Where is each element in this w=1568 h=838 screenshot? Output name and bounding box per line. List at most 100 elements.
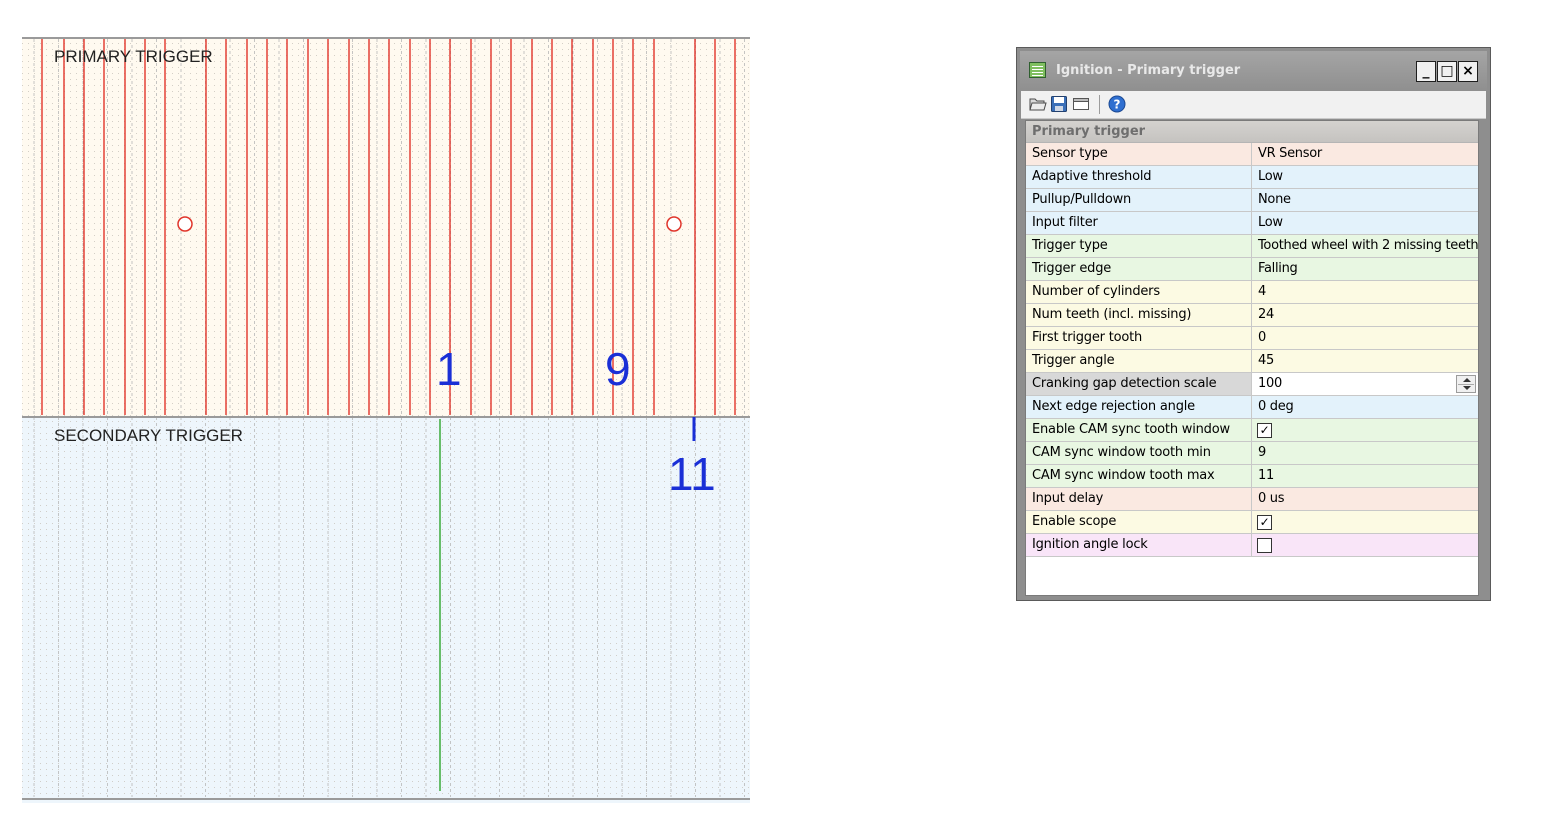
- property-row[interactable]: Ignition angle lock: [1026, 534, 1478, 557]
- property-value-text: 45: [1258, 353, 1274, 368]
- property-row[interactable]: Sensor type VR Sensor: [1026, 143, 1478, 166]
- property-row[interactable]: Adaptive threshold Low: [1026, 166, 1478, 189]
- property-name: Enable CAM sync tooth window: [1026, 419, 1252, 441]
- property-row[interactable]: Cranking gap detection scale 100: [1026, 373, 1478, 396]
- property-row[interactable]: Trigger edge Falling: [1026, 258, 1478, 281]
- property-value-text: VR Sensor: [1258, 146, 1322, 161]
- checkbox-checked[interactable]: ✓: [1257, 515, 1272, 530]
- property-name: Num teeth (incl. missing): [1026, 304, 1252, 326]
- property-value[interactable]: 0 deg: [1252, 396, 1478, 418]
- save-icon[interactable]: [1050, 95, 1068, 113]
- property-value[interactable]: VR Sensor: [1252, 143, 1478, 165]
- missing-tooth-marker: [177, 216, 193, 232]
- property-name: Enable scope: [1026, 511, 1252, 533]
- property-name: Trigger edge: [1026, 258, 1252, 280]
- property-value[interactable]: Low: [1252, 212, 1478, 234]
- first-tooth-label: 1: [436, 343, 462, 395]
- property-value[interactable]: 45: [1252, 350, 1478, 372]
- property-value-text: Toothed wheel with 2 missing teeth: [1258, 238, 1478, 253]
- property-name: Trigger angle: [1026, 350, 1252, 372]
- primary-trigger-label: PRIMARY TRIGGER: [54, 47, 213, 66]
- property-value-text: 11: [1258, 468, 1274, 483]
- window-list-icon: [1029, 62, 1046, 78]
- title-bar[interactable]: Ignition - Primary trigger _ □ ×: [1020, 51, 1487, 91]
- property-name: CAM sync window tooth max: [1026, 465, 1252, 487]
- property-row[interactable]: Trigger type Toothed wheel with 2 missing…: [1026, 235, 1478, 258]
- property-value-text: Falling: [1258, 261, 1298, 276]
- property-value[interactable]: Toothed wheel with 2 missing teeth: [1252, 235, 1478, 257]
- property-row[interactable]: First trigger tooth 0: [1026, 327, 1478, 350]
- property-value-text: 9: [1258, 445, 1266, 460]
- property-value[interactable]: 11: [1252, 465, 1478, 487]
- property-name: CAM sync window tooth min: [1026, 442, 1252, 464]
- property-row[interactable]: Enable CAM sync tooth window ✓: [1026, 419, 1478, 442]
- property-value[interactable]: 4: [1252, 281, 1478, 303]
- spin-buttons[interactable]: [1456, 375, 1476, 393]
- property-value-text: 0: [1258, 330, 1266, 345]
- property-value-text: 100: [1258, 376, 1282, 391]
- secondary-trigger-label: SECONDARY TRIGGER: [54, 426, 243, 445]
- checkbox-checked[interactable]: ✓: [1257, 423, 1272, 438]
- property-value-text: None: [1258, 192, 1291, 207]
- property-value[interactable]: Falling: [1252, 258, 1478, 280]
- property-value[interactable]: 0: [1252, 327, 1478, 349]
- property-name: Adaptive threshold: [1026, 166, 1252, 188]
- property-row[interactable]: Input delay 0 us: [1026, 488, 1478, 511]
- property-value-text: 24: [1258, 307, 1274, 322]
- property-name: Cranking gap detection scale: [1026, 373, 1252, 395]
- property-checkbox-cell[interactable]: [1252, 534, 1478, 556]
- property-grid: Primary trigger Sensor type VR Sensor Adap…: [1025, 120, 1479, 596]
- property-row[interactable]: Next edge rejection angle 0 deg: [1026, 396, 1478, 419]
- section-header-primary-trigger[interactable]: Primary trigger: [1026, 121, 1478, 143]
- property-value[interactable]: 24: [1252, 304, 1478, 326]
- property-row[interactable]: Input filter Low: [1026, 212, 1478, 235]
- property-value[interactable]: 0 us: [1252, 488, 1478, 510]
- toolbar: ?: [1021, 91, 1486, 119]
- property-row[interactable]: Enable scope ✓: [1026, 511, 1478, 534]
- property-name: Sensor type: [1026, 143, 1252, 165]
- close-button[interactable]: ×: [1458, 61, 1478, 82]
- property-row[interactable]: CAM sync window tooth max 11: [1026, 465, 1478, 488]
- property-value-text: 0 us: [1258, 491, 1285, 506]
- property-row[interactable]: Trigger angle 45: [1026, 350, 1478, 373]
- maximize-button[interactable]: □: [1437, 61, 1457, 82]
- toolbar-separator: [1099, 95, 1100, 114]
- dot-grid: [22, 37, 750, 803]
- sync-max-tooth-label: 11: [668, 448, 716, 500]
- property-name: Input delay: [1026, 488, 1252, 510]
- property-checkbox-cell[interactable]: ✓: [1252, 419, 1478, 441]
- sync-min-tooth-label: 9: [605, 343, 631, 395]
- property-name: Input filter: [1026, 212, 1252, 234]
- missing-tooth-marker: [666, 216, 682, 232]
- property-name: Pullup/Pulldown: [1026, 189, 1252, 211]
- minimize-button[interactable]: _: [1416, 61, 1436, 82]
- property-value-text: Low: [1258, 215, 1283, 230]
- property-value[interactable]: None: [1252, 189, 1478, 211]
- property-value-text: 0 deg: [1258, 399, 1294, 414]
- window-title: Ignition - Primary trigger: [1056, 63, 1241, 78]
- folder-open-icon[interactable]: [1029, 95, 1047, 113]
- help-icon[interactable]: ?: [1108, 95, 1126, 113]
- window-icon[interactable]: [1072, 95, 1090, 113]
- property-name: First trigger tooth: [1026, 327, 1252, 349]
- property-rows: Sensor type VR Sensor Adaptive threshold Lo…: [1026, 143, 1478, 557]
- primary-trigger-window: Ignition - Primary trigger _ □ × ? Prima…: [1016, 47, 1491, 601]
- property-row[interactable]: CAM sync window tooth min 9: [1026, 442, 1478, 465]
- help-glyph: ?: [1114, 98, 1121, 112]
- property-value-text: 4: [1258, 284, 1266, 299]
- property-name: Number of cylinders: [1026, 281, 1252, 303]
- property-value[interactable]: 100: [1252, 373, 1478, 395]
- property-row[interactable]: Num teeth (incl. missing) 24: [1026, 304, 1478, 327]
- property-row[interactable]: Number of cylinders 4: [1026, 281, 1478, 304]
- property-row[interactable]: Pullup/Pulldown None: [1026, 189, 1478, 212]
- property-value-text: Low: [1258, 169, 1283, 184]
- property-value[interactable]: Low: [1252, 166, 1478, 188]
- property-checkbox-cell[interactable]: ✓: [1252, 511, 1478, 533]
- trigger-scope: PRIMARY TRIGGER SECONDARY TRIGGER 1 9 11: [22, 37, 750, 803]
- trigger-scope-canvas: PRIMARY TRIGGER SECONDARY TRIGGER 1 9 11: [22, 37, 750, 803]
- property-name: Next edge rejection angle: [1026, 396, 1252, 418]
- property-value[interactable]: 9: [1252, 442, 1478, 464]
- checkbox-unchecked[interactable]: [1257, 538, 1272, 553]
- property-name: Ignition angle lock: [1026, 534, 1252, 556]
- property-name: Trigger type: [1026, 235, 1252, 257]
